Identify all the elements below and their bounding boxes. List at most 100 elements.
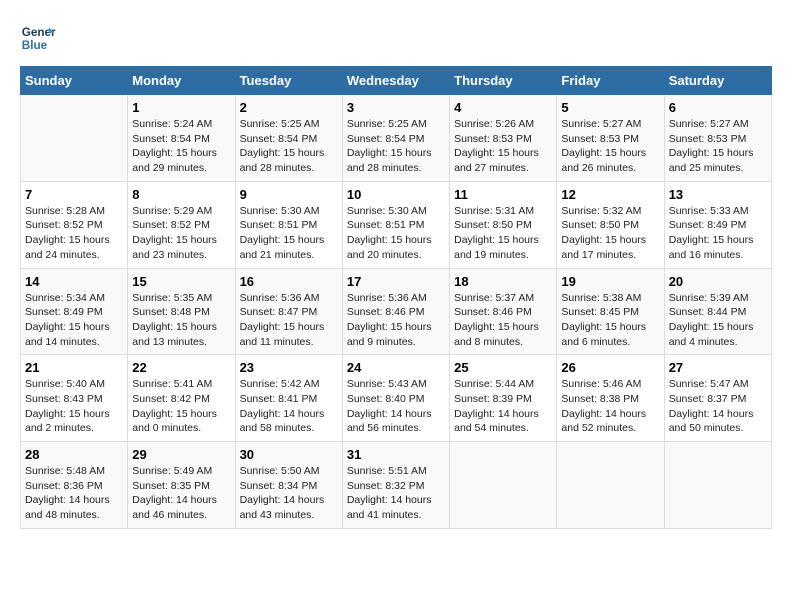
day-info: Sunrise: 5:27 AM Sunset: 8:53 PM Dayligh… [561,117,659,176]
calendar-cell: 14 Sunrise: 5:34 AM Sunset: 8:49 PM Dayli… [21,268,128,355]
day-info: Sunrise: 5:30 AM Sunset: 8:51 PM Dayligh… [347,204,445,263]
day-number: 12 [561,187,659,202]
day-info: Sunrise: 5:26 AM Sunset: 8:53 PM Dayligh… [454,117,552,176]
calendar-row: 14 Sunrise: 5:34 AM Sunset: 8:49 PM Dayli… [21,268,772,355]
calendar-cell: 13 Sunrise: 5:33 AM Sunset: 8:49 PM Dayli… [664,181,771,268]
calendar-cell: 21Sunrise: 5:40 AM Sunset: 8:43 PM Dayli… [21,355,128,442]
day-number: 2 [240,100,338,115]
calendar-table: SundayMondayTuesdayWednesdayThursdayFrid… [20,66,772,529]
header-tuesday: Tuesday [235,67,342,95]
calendar-cell: 19 Sunrise: 5:38 AM Sunset: 8:45 PM Dayli… [557,268,664,355]
header-friday: Friday [557,67,664,95]
calendar-cell: 4 Sunrise: 5:26 AM Sunset: 8:53 PM Daylig… [450,95,557,182]
day-number: 18 [454,274,552,289]
logo-icon: General Blue [20,20,56,56]
day-info: Sunrise: 5:29 AM Sunset: 8:52 PM Dayligh… [132,204,230,263]
day-info: Sunrise: 5:47 AM Sunset: 8:37 PM Dayligh… [669,377,767,436]
header-wednesday: Wednesday [342,67,449,95]
calendar-cell: 16Sunrise: 5:36 AM Sunset: 8:47 PM Dayli… [235,268,342,355]
day-info: Sunrise: 5:27 AM Sunset: 8:53 PM Dayligh… [669,117,767,176]
calendar-cell: 18 Sunrise: 5:37 AM Sunset: 8:46 PM Dayli… [450,268,557,355]
day-number: 6 [669,100,767,115]
calendar-cell: 7 Sunrise: 5:28 AM Sunset: 8:52 PM Daylig… [21,181,128,268]
logo: General Blue [20,20,60,56]
day-info: Sunrise: 5:33 AM Sunset: 8:49 PM Dayligh… [669,204,767,263]
calendar-row: 21Sunrise: 5:40 AM Sunset: 8:43 PM Dayli… [21,355,772,442]
calendar-cell: 8Sunrise: 5:29 AM Sunset: 8:52 PM Daylig… [128,181,235,268]
day-number: 13 [669,187,767,202]
day-number: 31 [347,447,445,462]
day-number: 22 [132,360,230,375]
day-info: Sunrise: 5:35 AM Sunset: 8:48 PM Dayligh… [132,291,230,350]
day-info: Sunrise: 5:25 AM Sunset: 8:54 PM Dayligh… [347,117,445,176]
calendar-cell: 27 Sunrise: 5:47 AM Sunset: 8:37 PM Dayli… [664,355,771,442]
calendar-cell: 26Sunrise: 5:46 AM Sunset: 8:38 PM Dayli… [557,355,664,442]
calendar-cell: 24 Sunrise: 5:43 AM Sunset: 8:40 PM Dayli… [342,355,449,442]
calendar-cell: 31 Sunrise: 5:51 AM Sunset: 8:32 PM Dayli… [342,442,449,529]
day-number: 29 [132,447,230,462]
day-info: Sunrise: 5:39 AM Sunset: 8:44 PM Dayligh… [669,291,767,350]
day-info: Sunrise: 5:30 AM Sunset: 8:51 PM Dayligh… [240,204,338,263]
day-info: Sunrise: 5:50 AM Sunset: 8:34 PM Dayligh… [240,464,338,523]
header-thursday: Thursday [450,67,557,95]
header-sunday: Sunday [21,67,128,95]
calendar-header-row: SundayMondayTuesdayWednesdayThursdayFrid… [21,67,772,95]
day-info: Sunrise: 5:41 AM Sunset: 8:42 PM Dayligh… [132,377,230,436]
calendar-cell [21,95,128,182]
day-info: Sunrise: 5:37 AM Sunset: 8:46 PM Dayligh… [454,291,552,350]
calendar-cell: 9 Sunrise: 5:30 AM Sunset: 8:51 PM Daylig… [235,181,342,268]
day-info: Sunrise: 5:36 AM Sunset: 8:46 PM Dayligh… [347,291,445,350]
day-number: 25 [454,360,552,375]
calendar-cell: 30Sunrise: 5:50 AM Sunset: 8:34 PM Dayli… [235,442,342,529]
day-number: 27 [669,360,767,375]
calendar-row: 28 Sunrise: 5:48 AM Sunset: 8:36 PM Dayli… [21,442,772,529]
day-info: Sunrise: 5:25 AM Sunset: 8:54 PM Dayligh… [240,117,338,176]
day-info: Sunrise: 5:24 AM Sunset: 8:54 PM Dayligh… [132,117,230,176]
day-number: 15 [132,274,230,289]
day-number: 1 [132,100,230,115]
day-number: 4 [454,100,552,115]
day-number: 23 [240,360,338,375]
calendar-cell: 3 Sunrise: 5:25 AM Sunset: 8:54 PM Daylig… [342,95,449,182]
day-number: 10 [347,187,445,202]
day-number: 7 [25,187,123,202]
day-number: 14 [25,274,123,289]
day-info: Sunrise: 5:48 AM Sunset: 8:36 PM Dayligh… [25,464,123,523]
day-info: Sunrise: 5:28 AM Sunset: 8:52 PM Dayligh… [25,204,123,263]
day-number: 9 [240,187,338,202]
calendar-row: 1 Sunrise: 5:24 AM Sunset: 8:54 PM Daylig… [21,95,772,182]
day-number: 20 [669,274,767,289]
calendar-cell: 5 Sunrise: 5:27 AM Sunset: 8:53 PM Daylig… [557,95,664,182]
day-info: Sunrise: 5:34 AM Sunset: 8:49 PM Dayligh… [25,291,123,350]
calendar-cell: 22 Sunrise: 5:41 AM Sunset: 8:42 PM Dayli… [128,355,235,442]
svg-text:Blue: Blue [22,39,48,52]
day-number: 17 [347,274,445,289]
day-number: 19 [561,274,659,289]
day-info: Sunrise: 5:46 AM Sunset: 8:38 PM Dayligh… [561,377,659,436]
day-number: 11 [454,187,552,202]
day-number: 5 [561,100,659,115]
calendar-cell: 25Sunrise: 5:44 AM Sunset: 8:39 PM Dayli… [450,355,557,442]
calendar-cell: 23 Sunrise: 5:42 AM Sunset: 8:41 PM Dayli… [235,355,342,442]
day-number: 24 [347,360,445,375]
calendar-cell: 10 Sunrise: 5:30 AM Sunset: 8:51 PM Dayli… [342,181,449,268]
calendar-cell [557,442,664,529]
day-info: Sunrise: 5:43 AM Sunset: 8:40 PM Dayligh… [347,377,445,436]
day-info: Sunrise: 5:51 AM Sunset: 8:32 PM Dayligh… [347,464,445,523]
calendar-cell: 29 Sunrise: 5:49 AM Sunset: 8:35 PM Dayli… [128,442,235,529]
day-info: Sunrise: 5:32 AM Sunset: 8:50 PM Dayligh… [561,204,659,263]
calendar-cell: 28 Sunrise: 5:48 AM Sunset: 8:36 PM Dayli… [21,442,128,529]
day-number: 3 [347,100,445,115]
day-info: Sunrise: 5:42 AM Sunset: 8:41 PM Dayligh… [240,377,338,436]
day-info: Sunrise: 5:38 AM Sunset: 8:45 PM Dayligh… [561,291,659,350]
page-header: General Blue [20,20,772,56]
day-number: 28 [25,447,123,462]
calendar-cell: 1 Sunrise: 5:24 AM Sunset: 8:54 PM Daylig… [128,95,235,182]
calendar-cell: 6 Sunrise: 5:27 AM Sunset: 8:53 PM Daylig… [664,95,771,182]
day-number: 21 [25,360,123,375]
day-number: 16 [240,274,338,289]
calendar-cell: 11Sunrise: 5:31 AM Sunset: 8:50 PM Dayli… [450,181,557,268]
day-info: Sunrise: 5:49 AM Sunset: 8:35 PM Dayligh… [132,464,230,523]
calendar-cell: 15 Sunrise: 5:35 AM Sunset: 8:48 PM Dayli… [128,268,235,355]
calendar-cell: 17 Sunrise: 5:36 AM Sunset: 8:46 PM Dayli… [342,268,449,355]
